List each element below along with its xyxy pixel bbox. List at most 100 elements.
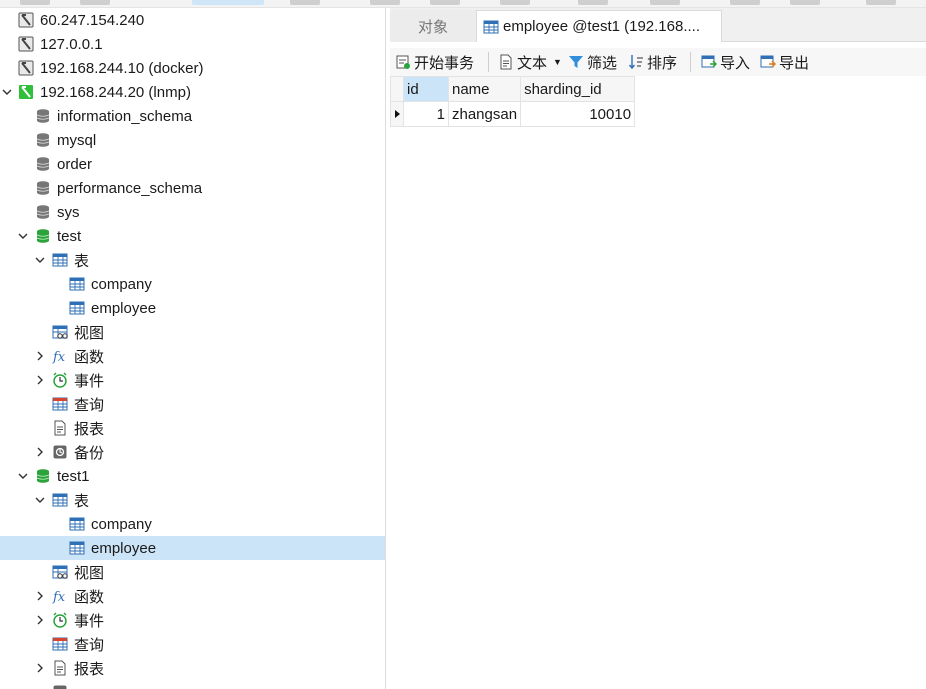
tree-database[interactable]: information_schema — [0, 104, 385, 128]
backup-icon — [51, 684, 68, 689]
tree-database-open[interactable]: test1 — [0, 464, 385, 488]
chevron-right-icon[interactable] — [33, 589, 47, 603]
tab-objects[interactable]: 对象 — [390, 10, 476, 42]
begin-transaction-button[interactable]: 开始事务 — [395, 50, 474, 74]
filter-button[interactable]: 筛选 — [568, 50, 617, 74]
cell-sharding-id[interactable]: 10010 — [520, 101, 636, 127]
cell-name[interactable]: zhangsan — [447, 101, 522, 127]
database-icon — [34, 204, 51, 221]
top-toolbar-strip — [0, 0, 926, 8]
tree-table-selected[interactable]: employee — [0, 536, 385, 560]
connection-icon — [17, 12, 34, 29]
tree-connection[interactable]: 127.0.0.1 — [0, 32, 385, 56]
dropdown-arrow-icon[interactable]: ▼ — [553, 57, 562, 67]
text-view-label: 文本 — [517, 54, 548, 72]
table-row[interactable]: 1 zhangsan 10010 — [390, 101, 636, 127]
tables-folder-label: 表 — [74, 492, 90, 510]
data-grid[interactable]: id name sharding_id 1 zhangsan 10010 — [390, 76, 636, 127]
toolbar-button-fragment[interactable] — [80, 0, 110, 5]
tree-database[interactable]: order — [0, 152, 385, 176]
toolbar-button-fragment[interactable] — [578, 0, 608, 5]
tab-employee-table[interactable]: employee @test1 (192.168.... — [476, 10, 722, 42]
events-folder-label: 事件 — [74, 612, 105, 630]
toolbar-button-fragment[interactable] — [20, 0, 50, 5]
chevron-down-icon[interactable] — [33, 253, 47, 267]
table-icon — [68, 540, 85, 557]
report-icon — [51, 420, 68, 437]
table-icon — [51, 492, 68, 509]
cell-id[interactable]: 1 — [403, 101, 449, 127]
grid-header-row: id name sharding_id — [390, 76, 636, 102]
tree-table[interactable]: company — [0, 272, 385, 296]
table-icon — [51, 252, 68, 269]
tree-backups-folder[interactable]: 备份 — [0, 440, 385, 464]
connection-label: 127.0.0.1 — [40, 35, 103, 53]
sort-button[interactable]: 排序 — [628, 50, 677, 74]
text-view-button[interactable]: 文本 ▼ — [498, 50, 562, 74]
column-header-id[interactable]: id — [403, 76, 449, 102]
toolbar-button-active[interactable] — [192, 0, 264, 5]
tree-database[interactable]: performance_schema — [0, 176, 385, 200]
tree-functions-folder[interactable]: fx 函数 — [0, 344, 385, 368]
tree-connection[interactable]: 60.247.154.240 — [0, 8, 385, 32]
export-button[interactable]: 导出 — [760, 50, 809, 74]
table-label: company — [91, 275, 152, 293]
tree-connection-open[interactable]: 192.168.244.20 (lnmp) — [0, 80, 385, 104]
tree-events-folder[interactable]: 事件 — [0, 608, 385, 632]
tab-bar: 对象 employee @test1 (192.168.... — [390, 8, 926, 42]
tree-table[interactable]: employee — [0, 296, 385, 320]
import-icon — [701, 55, 717, 68]
toolbar-button-fragment[interactable] — [290, 0, 320, 5]
chevron-right-icon[interactable] — [33, 373, 47, 387]
tree-database-open[interactable]: test — [0, 224, 385, 248]
export-label: 导出 — [779, 54, 810, 72]
function-icon: fx — [51, 348, 68, 365]
column-header-sharding-id[interactable]: sharding_id — [520, 76, 636, 102]
column-header-name[interactable]: name — [447, 76, 522, 102]
tree-queries-folder[interactable]: 查询 — [0, 632, 385, 656]
tree-views-folder[interactable]: 视图 — [0, 320, 385, 344]
tree-views-folder[interactable]: 视图 — [0, 560, 385, 584]
connection-label: 192.168.244.10 (docker) — [40, 59, 204, 77]
table-icon — [68, 516, 85, 533]
tree-tables-folder[interactable]: 表 — [0, 488, 385, 512]
toolbar-button-fragment[interactable] — [790, 0, 820, 5]
toolbar-divider — [488, 52, 489, 72]
tree-reports-folder[interactable]: 报表 — [0, 416, 385, 440]
transaction-icon — [396, 55, 410, 69]
tree-connection[interactable]: 192.168.244.10 (docker) — [0, 56, 385, 80]
toolbar-button-fragment[interactable] — [370, 0, 400, 5]
database-label: sys — [57, 203, 80, 221]
toolbar-button-fragment[interactable] — [650, 0, 680, 5]
chevron-right-icon[interactable] — [33, 613, 47, 627]
chevron-right-icon[interactable] — [33, 661, 47, 675]
toolbar-button-fragment[interactable] — [430, 0, 460, 5]
tree-backups-folder-partial[interactable] — [0, 680, 385, 689]
toolbar-button-fragment[interactable] — [730, 0, 760, 5]
clock-icon — [51, 612, 68, 629]
chevron-down-icon[interactable] — [16, 229, 30, 243]
chevron-right-icon[interactable] — [33, 349, 47, 363]
database-label: mysql — [57, 131, 97, 149]
chevron-down-icon[interactable] — [0, 85, 14, 99]
connection-open-icon — [17, 84, 34, 101]
chevron-down-icon[interactable] — [33, 493, 47, 507]
navigation-tree[interactable]: 60.247.154.240 127.0.0.1 192.168.244.10 … — [0, 8, 386, 689]
tree-table[interactable]: company — [0, 512, 385, 536]
import-button[interactable]: 导入 — [701, 50, 750, 74]
tree-database[interactable]: mysql — [0, 128, 385, 152]
tree-queries-folder[interactable]: 查询 — [0, 392, 385, 416]
tree-events-folder[interactable]: 事件 — [0, 368, 385, 392]
chevron-right-icon[interactable] — [33, 445, 47, 459]
query-icon — [51, 636, 68, 653]
toolbar-button-fragment[interactable] — [866, 0, 896, 5]
tree-database[interactable]: sys — [0, 200, 385, 224]
tree-tables-folder[interactable]: 表 — [0, 248, 385, 272]
query-icon — [51, 396, 68, 413]
tree-reports-folder[interactable]: 报表 — [0, 656, 385, 680]
begin-transaction-label: 开始事务 — [414, 54, 475, 72]
chevron-down-icon[interactable] — [16, 469, 30, 483]
tree-functions-folder[interactable]: fx 函数 — [0, 584, 385, 608]
toolbar-button-fragment[interactable] — [500, 0, 530, 5]
database-label: performance_schema — [57, 179, 203, 197]
